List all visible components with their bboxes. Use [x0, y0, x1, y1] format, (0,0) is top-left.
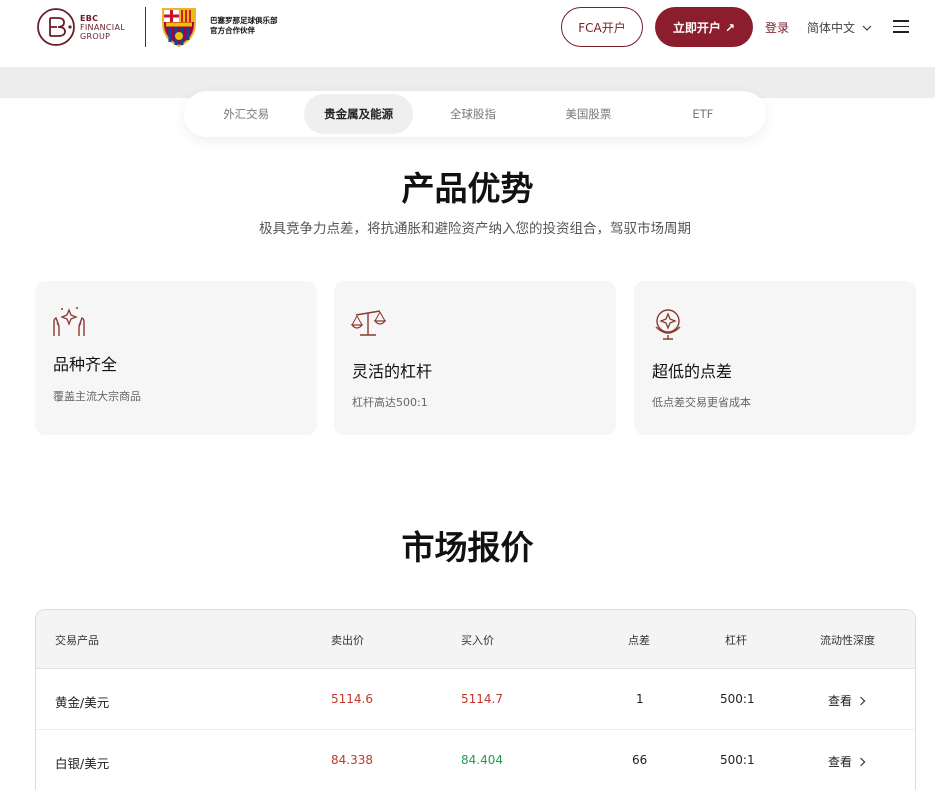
- chevron-right-icon: [856, 757, 866, 766]
- table-row[interactable]: 白银/美元 84.338 84.404 66 500:1 查看: [36, 730, 915, 790]
- menu-bar: [893, 31, 909, 33]
- card-desc: 覆盖主流大宗商品: [53, 390, 141, 403]
- chevron-down-icon: [862, 25, 872, 31]
- product-tabs: 外汇交易 贵金属及能源 全球股指 美国股票 ETF: [184, 91, 766, 137]
- fca-account-button[interactable]: FCA开户: [561, 7, 643, 47]
- view-label: 查看: [828, 755, 853, 769]
- quotes-table: 交易产品 卖出价 买入价 点差 杠杆 流动性深度 黄金/美元 5114.6 51…: [35, 609, 916, 790]
- hands-sparkle-icon: [53, 307, 85, 336]
- globe-sparkle-icon: [655, 309, 681, 340]
- menu-bar: [893, 20, 909, 22]
- hamburger-menu-icon[interactable]: [893, 20, 909, 33]
- balance-scale-icon: [350, 310, 386, 336]
- tab-forex[interactable]: 外汇交易: [188, 94, 304, 134]
- table-row[interactable]: 黄金/美元 5114.6 5114.7 1 500:1 查看: [36, 669, 915, 730]
- fc-barcelona-crest-icon: [162, 8, 196, 48]
- column-header: 卖出价: [331, 634, 364, 647]
- brand-line: EBC: [80, 13, 99, 23]
- language-selector[interactable]: 简体中文: [807, 19, 872, 36]
- card-title: 灵活的杠杆: [352, 362, 433, 381]
- tab-global-indices[interactable]: 全球股指: [413, 94, 533, 134]
- column-header: 交易产品: [55, 634, 99, 647]
- language-label: 简体中文: [807, 21, 856, 35]
- tab-us-stocks[interactable]: 美国股票: [533, 94, 643, 134]
- spread-value: 66: [632, 753, 648, 767]
- quotes-title: 市场报价: [401, 528, 534, 567]
- card-desc: 杠杆高达500:1: [352, 396, 428, 409]
- advantage-card: 灵活的杠杆 杠杆高达500:1: [334, 281, 616, 435]
- ebc-logo-mark-icon: [37, 8, 75, 46]
- open-account-button[interactable]: 立即开户 ↗: [655, 7, 753, 47]
- column-header: 点差: [628, 634, 650, 647]
- instrument-name: 白银/美元: [55, 756, 110, 771]
- view-depth-link[interactable]: 查看: [828, 753, 866, 770]
- advantage-card: 品种齐全 覆盖主流大宗商品: [35, 281, 317, 435]
- login-link[interactable]: 登录: [765, 19, 789, 36]
- card-title: 超低的点差: [652, 362, 733, 381]
- partner-line: 巴塞罗那足球俱乐部: [210, 16, 278, 25]
- logo-divider: [145, 7, 146, 47]
- leverage-value: 500:1: [720, 692, 755, 706]
- chevron-right-icon: [856, 696, 866, 705]
- card-desc: 低点差交易更省成本: [652, 396, 751, 409]
- view-depth-link[interactable]: 查看: [828, 692, 866, 709]
- card-title: 品种齐全: [53, 355, 118, 374]
- column-header: 杠杆: [725, 634, 747, 647]
- spread-value: 1: [636, 692, 644, 706]
- sell-price: 5114.6: [331, 692, 373, 706]
- view-label: 查看: [828, 694, 853, 708]
- advantages-subtitle: 极具竞争力点差，将抗通胀和避险资产纳入您的投资组合，驾驭市场周期: [259, 221, 691, 237]
- partner-line: 官方合作伙伴: [210, 26, 255, 35]
- tab-etf[interactable]: ETF: [644, 94, 762, 134]
- brand-line: FINANCIAL: [80, 22, 125, 32]
- column-header: 流动性深度: [820, 634, 875, 647]
- table-header: 交易产品 卖出价 买入价 点差 杠杆 流动性深度: [36, 610, 915, 669]
- tab-precious-metals-energy[interactable]: 贵金属及能源: [304, 94, 413, 134]
- menu-bar: [893, 25, 909, 28]
- brand-line: GROUP: [80, 31, 111, 41]
- leverage-value: 500:1: [720, 753, 755, 767]
- sell-price: 84.338: [331, 753, 373, 767]
- partner-text: 巴塞罗那足球俱乐部 官方合作伙伴: [210, 16, 278, 36]
- buy-price: 84.404: [461, 753, 503, 767]
- advantage-card: 超低的点差 低点差交易更省成本: [634, 281, 916, 435]
- ebc-logo[interactable]: EBC FINANCIAL GROUP: [36, 7, 125, 47]
- site-header: EBC FINANCIAL GROUP 巴塞罗那足球俱乐部 官方合作伙伴 FCA…: [0, 0, 935, 56]
- column-header: 买入价: [461, 634, 494, 647]
- buy-price: 5114.7: [461, 692, 503, 706]
- brand-wordmark: EBC FINANCIAL GROUP: [80, 14, 125, 41]
- instrument-name: 黄金/美元: [55, 695, 110, 710]
- advantages-title: 产品优势: [401, 169, 534, 208]
